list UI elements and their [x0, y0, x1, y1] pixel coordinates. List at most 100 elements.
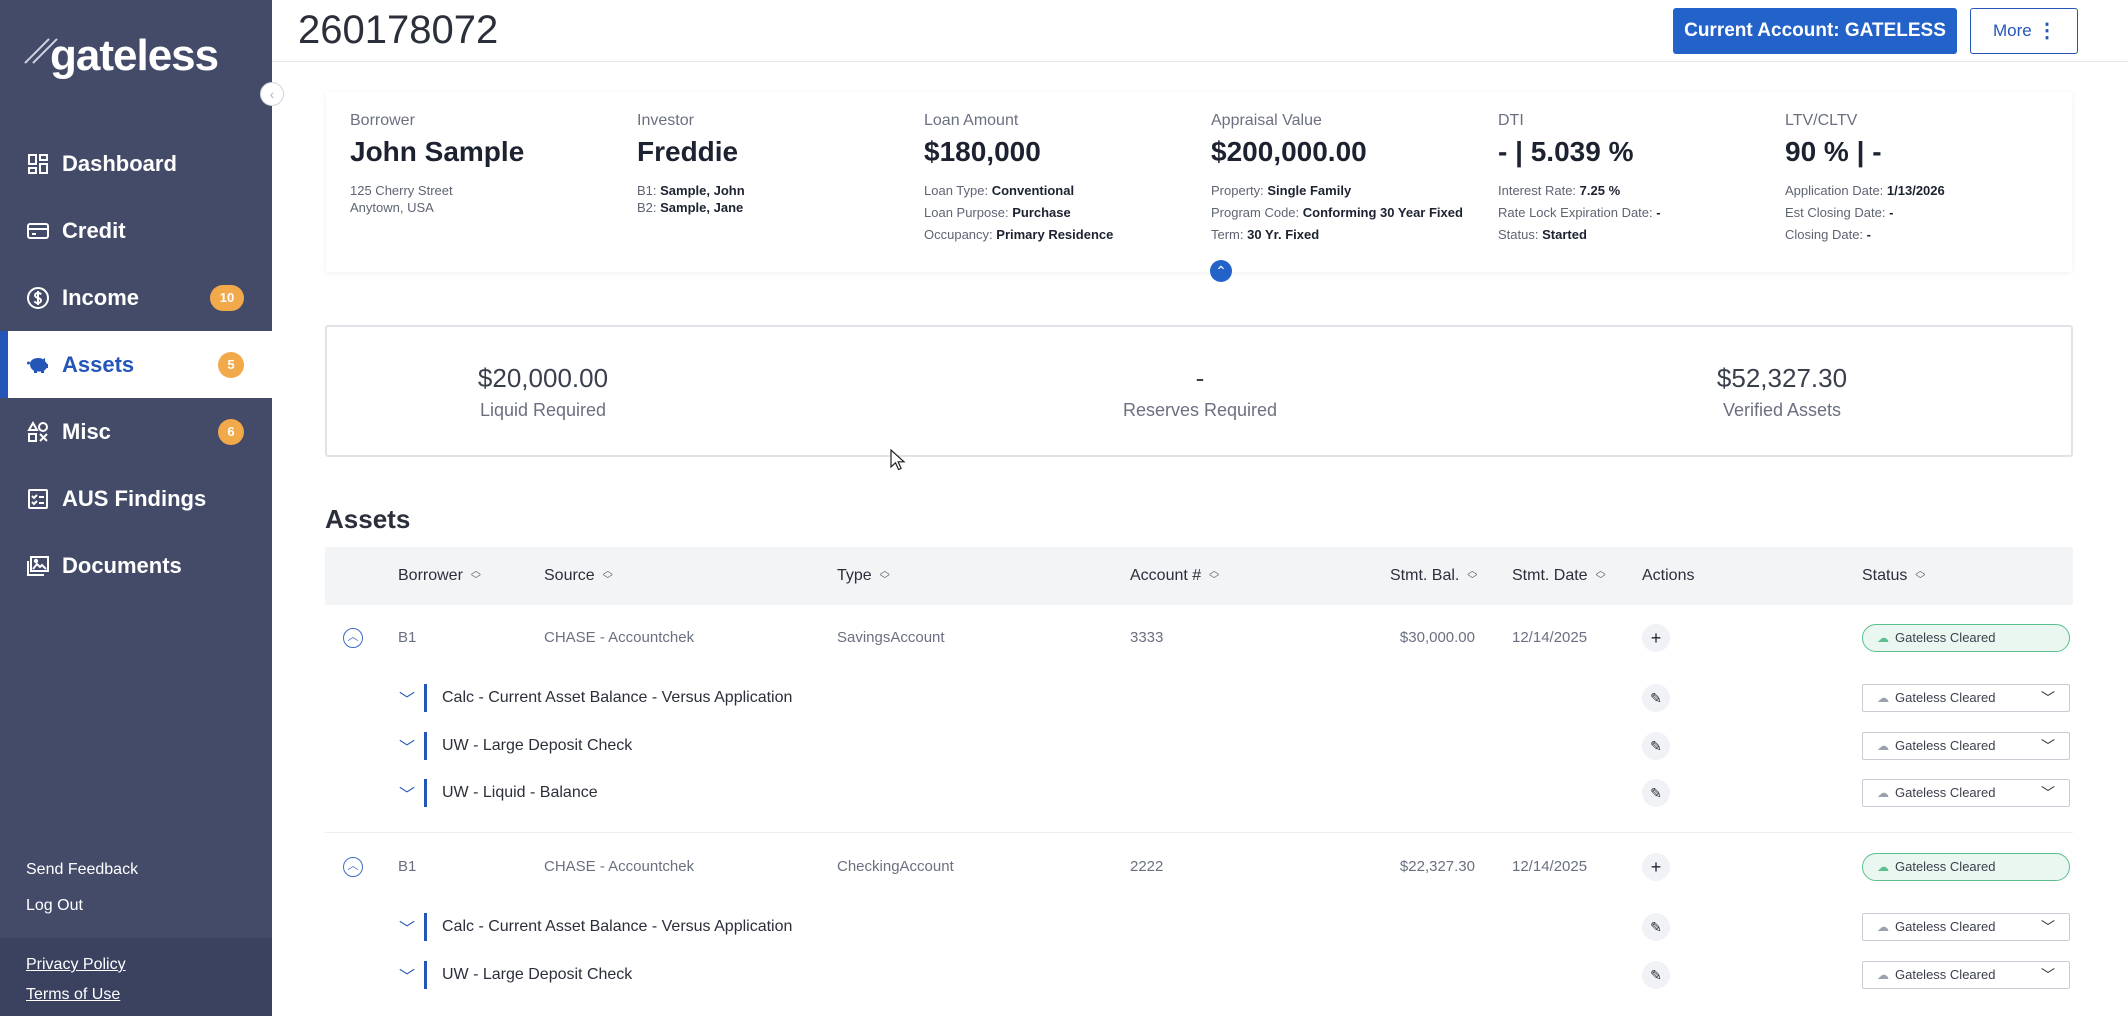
edit-icon[interactable]: ✎ — [1642, 779, 1670, 807]
more-label: More — [1993, 21, 2032, 40]
sidebar-item-label: Documents — [62, 552, 182, 578]
dollar-icon — [26, 286, 50, 310]
sidebar-item-documents[interactable]: Documents — [0, 532, 272, 599]
checklist-icon — [26, 487, 50, 511]
sort-icon: ︿ ﹀ — [470, 566, 481, 586]
chevron-down-icon[interactable]: ﹀ — [397, 963, 417, 987]
edit-icon[interactable]: ✎ — [1642, 732, 1670, 760]
chevron-down-icon[interactable]: ﹀ — [397, 686, 417, 710]
row-divider — [325, 832, 2073, 833]
piggy-bank-icon — [26, 353, 50, 377]
gateless-cleared-icon: ☁ — [1877, 968, 1889, 982]
sidebar-links: Send Feedback Log Out — [26, 852, 138, 924]
table-row: ︿ B1 CHASE - Accountchek CheckingAccount… — [325, 835, 2073, 899]
send-feedback-link[interactable]: Send Feedback — [26, 852, 138, 888]
sidebar: gateless Dashboard Credit Income 10 Asse… — [0, 0, 272, 1016]
assets-section-title: Assets — [325, 504, 411, 534]
chevron-down-icon: ﹀ — [2041, 967, 2055, 983]
top-bar: 260178072 Current Account: GATELESS More… — [272, 0, 2128, 62]
assets-count-badge: 5 — [218, 352, 244, 378]
collapse-summary-icon[interactable]: ⌃ — [1210, 260, 1232, 282]
sort-icon: ︿ ﹀ — [1209, 566, 1220, 586]
asset-totals-card: $20,000.00 Liquid Required - Reserves Re… — [325, 325, 2073, 457]
gateless-cleared-icon: ☁ — [1877, 786, 1889, 800]
status-dropdown[interactable]: ☁ Gateless Cleared ﹀ — [1862, 961, 2070, 989]
status-dropdown[interactable]: ☁ Gateless Cleared ﹀ — [1862, 913, 2070, 941]
more-button[interactable]: More ⋮ — [1970, 8, 2078, 54]
dti-value: - | 5.039 % — [1498, 136, 1634, 167]
column-stmt-balance[interactable]: Stmt. Bal. ︿ ﹀ — [1390, 547, 1477, 605]
ltv-value: 90 % | - — [1785, 136, 1882, 167]
gateless-cleared-icon: ☁ — [1877, 920, 1889, 934]
misc-count-badge: 6 — [218, 419, 244, 445]
gateless-cleared-icon: ☁ — [1877, 691, 1889, 705]
loan-summary-card: Borrower John Sample 125 Cherry Street A… — [326, 92, 2072, 282]
sidebar-nav: Dashboard Credit Income 10 Assets 5 Misc… — [0, 130, 272, 599]
column-status[interactable]: Status ︿ ﹀ — [1862, 547, 1925, 605]
main-content: 260178072 Current Account: GATELESS More… — [272, 0, 2128, 1016]
dashboard-icon — [26, 152, 50, 176]
edit-icon[interactable]: ✎ — [1642, 961, 1670, 989]
images-icon — [26, 554, 50, 578]
income-count-badge: 10 — [210, 285, 244, 311]
shapes-icon — [26, 420, 50, 444]
collapse-row-icon[interactable]: ︿ — [343, 857, 363, 877]
check-row: ﹀ UW - Liquid - Balance ✎ ☁ Gateless Clea… — [325, 771, 2073, 819]
terms-of-use-link[interactable]: Terms of Use — [26, 980, 272, 1010]
assets-table-header: Borrower ︿ ﹀ Source ︿ ﹀ Type ︿ ﹀ Account # ︿ ﹀ S… — [325, 547, 2073, 605]
sort-icon: ︿ ﹀ — [602, 566, 613, 586]
summary-investor: Investor Freddie B1: Sample, John B2: Sa… — [637, 112, 745, 215]
chevron-down-icon: ﹀ — [2041, 919, 2055, 935]
summary-dti: DTI - | 5.039 % Interest Rate: 7.25 % Ra… — [1498, 112, 1661, 242]
logo-mark-icon — [24, 36, 58, 76]
sidebar-collapse-icon[interactable]: ‹ — [260, 82, 284, 106]
column-account[interactable]: Account # ︿ ﹀ — [1130, 547, 1219, 605]
status-dropdown[interactable]: ☁ Gateless Cleared ﹀ — [1862, 779, 2070, 807]
edit-icon[interactable]: ✎ — [1642, 913, 1670, 941]
add-icon[interactable]: + — [1642, 624, 1670, 652]
chevron-down-icon[interactable]: ﹀ — [397, 734, 417, 758]
sort-icon: ︿ ﹀ — [1595, 566, 1606, 586]
borrower-name: John Sample — [350, 136, 525, 167]
sidebar-item-misc[interactable]: Misc 6 — [0, 398, 272, 465]
log-out-link[interactable]: Log Out — [26, 888, 138, 924]
status-dropdown[interactable]: ☁ Gateless Cleared ﹀ — [1862, 732, 2070, 760]
mouse-cursor-icon — [890, 449, 906, 471]
kebab-menu-icon: ⋮ — [2037, 20, 2057, 42]
credit-card-icon — [26, 219, 50, 243]
investor-name: Freddie — [637, 136, 739, 167]
add-icon[interactable]: + — [1642, 853, 1670, 881]
privacy-policy-link[interactable]: Privacy Policy — [26, 950, 272, 980]
chevron-down-icon: ﹀ — [2041, 738, 2055, 754]
sidebar-item-aus-findings[interactable]: AUS Findings — [0, 465, 272, 532]
gateless-logo[interactable]: gateless — [24, 26, 219, 86]
sidebar-item-credit[interactable]: Credit — [0, 197, 272, 264]
sidebar-item-label: Dashboard — [62, 150, 177, 176]
reserves-required: - Reserves Required — [1122, 363, 1278, 420]
chevron-down-icon: ﹀ — [2041, 785, 2055, 801]
summary-appraisal: Appraisal Value $200,000.00 Property: Si… — [1211, 112, 1463, 242]
check-row: ﹀ UW - Large Deposit Check ✎ ☁ Gateless C… — [325, 953, 2073, 1001]
sidebar-item-income[interactable]: Income 10 — [0, 264, 272, 331]
column-stmt-date[interactable]: Stmt. Date ︿ ﹀ — [1512, 547, 1606, 605]
column-actions: Actions — [1642, 567, 1695, 584]
sidebar-item-dashboard[interactable]: Dashboard — [0, 130, 272, 197]
sidebar-item-label: Credit — [62, 217, 126, 243]
gateless-cleared-icon: ☁ — [1877, 860, 1889, 874]
sidebar-item-label: AUS Findings — [62, 485, 207, 511]
collapse-row-icon[interactable]: ︿ — [343, 628, 363, 648]
status-dropdown[interactable]: ☁ Gateless Cleared ﹀ — [1862, 684, 2070, 712]
chevron-down-icon[interactable]: ﹀ — [397, 781, 417, 805]
summary-ltv: LTV/CLTV 90 % | - Application Date: 1/13… — [1785, 112, 1945, 242]
check-row: ﹀ Calc - Current Asset Balance - Versus … — [325, 676, 2073, 724]
column-type[interactable]: Type ︿ ﹀ — [837, 547, 890, 605]
table-row: ︿ B1 CHASE - Accountchek SavingsAccount … — [325, 606, 2073, 670]
current-account-button[interactable]: Current Account: GATELESS — [1673, 8, 1957, 54]
edit-icon[interactable]: ✎ — [1642, 684, 1670, 712]
gateless-cleared-icon: ☁ — [1877, 631, 1889, 645]
sidebar-item-assets[interactable]: Assets 5 — [0, 331, 272, 398]
column-borrower[interactable]: Borrower ︿ ﹀ — [398, 547, 481, 605]
appraisal-value: $200,000.00 — [1211, 136, 1367, 167]
chevron-down-icon[interactable]: ﹀ — [397, 915, 417, 939]
column-source[interactable]: Source ︿ ﹀ — [544, 547, 613, 605]
